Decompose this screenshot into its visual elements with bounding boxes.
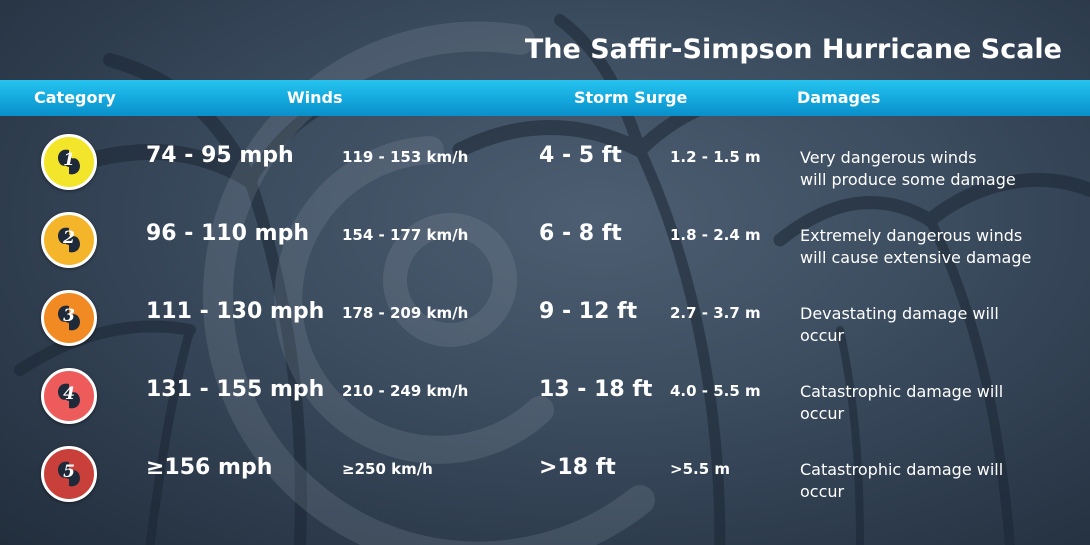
- winds-mph: 131 - 155 mph: [146, 377, 325, 402]
- surge-m: 1.8 - 2.4 m: [670, 226, 761, 244]
- damage-line: Catastrophic damage will: [800, 382, 1004, 401]
- category-row-2: 2 96 - 110 mph 154 - 177 km/h 6 - 8 ft 1…: [0, 212, 1090, 282]
- category-badge: 3: [41, 290, 97, 346]
- damage-line: Catastrophic damage will: [800, 460, 1004, 479]
- winds-mph: 96 - 110 mph: [146, 221, 309, 246]
- damage-line: occur: [800, 326, 845, 345]
- header-winds: Winds: [287, 88, 343, 107]
- damage-line: Devastating damage will: [800, 304, 999, 323]
- category-badge: 1: [41, 134, 97, 190]
- surge-ft: 4 - 5 ft: [539, 143, 622, 168]
- winds-kmh: 178 - 209 km/h: [342, 304, 469, 322]
- damage-line: Very dangerous winds: [800, 148, 977, 167]
- category-number: 3: [63, 306, 75, 326]
- damage-description: Catastrophic damage will occur: [800, 459, 1080, 503]
- surge-m: 1.2 - 1.5 m: [670, 148, 761, 166]
- surge-m: 4.0 - 5.5 m: [670, 382, 761, 400]
- damage-description: Extremely dangerous winds will cause ext…: [800, 225, 1080, 269]
- category-row-3: 3 111 - 130 mph 178 - 209 km/h 9 - 12 ft…: [0, 290, 1090, 360]
- header-storm-surge: Storm Surge: [574, 88, 688, 107]
- winds-mph: 111 - 130 mph: [146, 299, 325, 324]
- damage-description: Very dangerous winds will produce some d…: [800, 147, 1080, 191]
- column-header-bar: Category Winds Storm Surge Damages: [0, 80, 1090, 116]
- category-badge: 4: [41, 368, 97, 424]
- winds-mph: ≥156 mph: [146, 455, 273, 480]
- header-damages: Damages: [797, 88, 881, 107]
- winds-mph: 74 - 95 mph: [146, 143, 294, 168]
- damage-line: will cause extensive damage: [800, 248, 1032, 267]
- category-number: 2: [63, 228, 75, 248]
- damage-description: Devastating damage will occur: [800, 303, 1080, 347]
- damage-line: occur: [800, 404, 845, 423]
- hurricane-scale-infographic: The Saffir-Simpson Hurricane Scale Categ…: [0, 0, 1090, 545]
- category-row-5: 5 ≥156 mph ≥250 km/h >18 ft >5.5 m Catas…: [0, 446, 1090, 516]
- category-badge: 5: [41, 446, 97, 502]
- category-number: 1: [63, 150, 75, 170]
- winds-kmh: 119 - 153 km/h: [342, 148, 469, 166]
- surge-ft: 13 - 18 ft: [539, 377, 653, 402]
- surge-ft: >18 ft: [539, 455, 616, 480]
- damage-line: Extremely dangerous winds: [800, 226, 1023, 245]
- header-category: Category: [34, 88, 116, 107]
- winds-kmh: 154 - 177 km/h: [342, 226, 469, 244]
- category-row-4: 4 131 - 155 mph 210 - 249 km/h 13 - 18 f…: [0, 368, 1090, 438]
- surge-m: >5.5 m: [670, 460, 730, 478]
- category-number: 5: [63, 462, 75, 482]
- category-number: 4: [63, 384, 75, 404]
- winds-kmh: ≥250 km/h: [342, 460, 433, 478]
- surge-ft: 6 - 8 ft: [539, 221, 622, 246]
- surge-ft: 9 - 12 ft: [539, 299, 638, 324]
- surge-m: 2.7 - 3.7 m: [670, 304, 761, 322]
- page-title: The Saffir-Simpson Hurricane Scale: [524, 34, 1062, 65]
- damage-line: will produce some damage: [800, 170, 1016, 189]
- category-row-1: 1 74 - 95 mph 119 - 153 km/h 4 - 5 ft 1.…: [0, 134, 1090, 204]
- damage-line: occur: [800, 482, 845, 501]
- category-badge: 2: [41, 212, 97, 268]
- damage-description: Catastrophic damage will occur: [800, 381, 1080, 425]
- winds-kmh: 210 - 249 km/h: [342, 382, 469, 400]
